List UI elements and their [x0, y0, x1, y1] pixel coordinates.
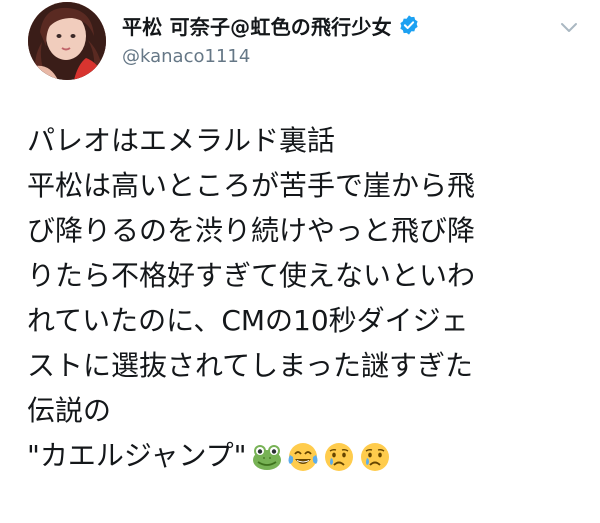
tweet-card: 平松 可奈子@虹色の飛行少女 @kanaco1114 パレオはエメラルド裏話 平… — [0, 0, 600, 523]
tweet-line: りたら不格好すぎて使えないといわ — [27, 259, 476, 292]
display-name[interactable]: 平松 可奈子@虹色の飛行少女 — [122, 11, 392, 40]
tears-of-joy-icon — [287, 441, 319, 473]
tweet-line: 伝説の — [27, 394, 112, 427]
tweet-line: ストに選抜されてしまった謎すぎた — [27, 349, 474, 382]
tweet-text: パレオはエメラルド裏話 平松は高いところが苦手で崖から飛 び降りるのを渋り続けや… — [27, 118, 587, 478]
tweet-line: び降りるのを渋り続けやっと飛び降 — [27, 214, 476, 247]
avatar[interactable] — [28, 2, 106, 80]
crying-face-icon — [359, 441, 391, 473]
profile-photo-icon — [28, 2, 106, 80]
emoji-row — [251, 441, 391, 473]
frog-face-icon — [251, 441, 283, 473]
tweet-line: 平松は高いところが苦手で崖から飛 — [27, 169, 476, 202]
chevron-down-icon[interactable] — [558, 16, 580, 38]
author-header: 平松 可奈子@虹色の飛行少女 — [122, 10, 420, 40]
crying-face-icon — [323, 441, 355, 473]
verified-badge-icon — [398, 14, 420, 36]
tweet-line: れていたのに、CMの10秒ダイジェ — [27, 304, 469, 337]
user-handle[interactable]: @kanaco1114 — [122, 46, 250, 67]
tweet-line: パレオはエメラルド裏話 — [27, 124, 336, 157]
tweet-last-line: "カエルジャンプ" — [27, 433, 587, 478]
tweet-line: "カエルジャンプ" — [27, 439, 247, 472]
